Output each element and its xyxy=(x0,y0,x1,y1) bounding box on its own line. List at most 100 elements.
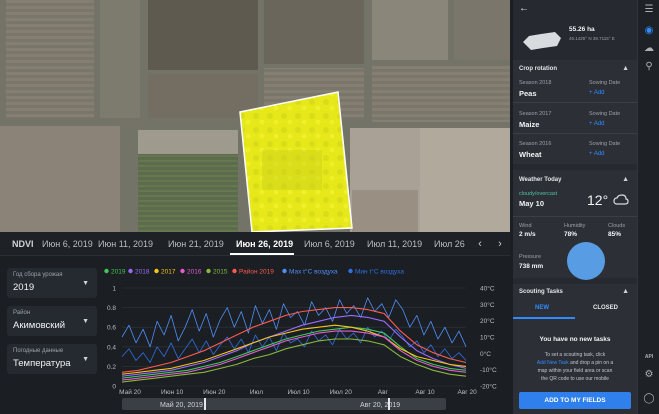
y2-tick-label: 0°C xyxy=(480,350,491,358)
active-date-indicator xyxy=(230,253,294,255)
legend-swatch-6[interactable] xyxy=(282,268,287,274)
api-icon[interactable]: API xyxy=(642,350,656,364)
y-tick-label: 0.6 xyxy=(107,325,116,332)
x-tick-label: Авг xyxy=(378,389,389,396)
y2-tick-label: 20°C xyxy=(480,317,495,325)
timeline-start: Май 20, 2019 xyxy=(160,401,203,409)
x-tick-label: Авг 20 xyxy=(458,389,478,396)
ndvi-chart[interactable]: 2019 2018 2017 2016 2015 Район 2019 Мах t°C во… xyxy=(100,256,510,414)
menu-icon[interactable]: ☰ xyxy=(642,3,656,17)
legend-swatch-2[interactable] xyxy=(154,268,159,274)
caret-down-icon: ▼ xyxy=(82,280,89,287)
add-sowing-date-link[interactable]: + Add xyxy=(589,151,605,157)
legend-swatch-5[interactable] xyxy=(232,268,237,274)
account-icon[interactable]: ◯ xyxy=(642,392,656,406)
legend-entry-6[interactable]: Мах t°C воздуха xyxy=(289,268,338,276)
timeline-end: Авг 20, 2019 xyxy=(360,402,400,409)
date-tab-2[interactable]: Июн 21, 2019 xyxy=(168,239,224,249)
next-date-icon[interactable]: › xyxy=(493,236,507,252)
year-select-label: Год сбора урожая xyxy=(13,272,63,278)
cloud-icon xyxy=(613,194,629,205)
legend-swatch-4[interactable] xyxy=(206,268,211,274)
x-tick-label: Авг 10 xyxy=(415,389,435,396)
scouting-desc-1: To set a scouting task, click xyxy=(544,352,606,358)
date-tab-3[interactable]: Июн 26, 2019 xyxy=(236,239,293,249)
date-tab-4[interactable]: Июл 6, 2019 xyxy=(304,239,355,249)
legend-swatch-0[interactable] xyxy=(104,268,109,274)
collapse-icon[interactable]: ▲ xyxy=(622,288,629,295)
satellite-map[interactable] xyxy=(0,0,510,232)
wind-label: Wind xyxy=(519,223,532,229)
back-arrow-icon[interactable]: ← xyxy=(519,3,529,14)
tab-new-indicator xyxy=(513,317,575,319)
x-tick-label: Июл 20 xyxy=(330,389,353,396)
add-new-task-link[interactable]: Add New Task xyxy=(537,360,569,366)
scouting-desc-4: the QR code to use our mobile xyxy=(541,376,609,382)
date-tab-6[interactable]: Июл 26 xyxy=(434,239,465,249)
y-tick-label: 0 xyxy=(112,384,116,391)
clouds-label: Clouds xyxy=(608,223,626,229)
add-sowing-date-link[interactable]: + Add xyxy=(589,121,605,127)
weather-date: May 10 xyxy=(519,199,545,208)
year-select[interactable]: Год сбора урожая 2019 ▼ xyxy=(7,268,97,298)
season-label: Season 2016 xyxy=(519,141,552,147)
caret-down-icon: ▼ xyxy=(82,356,89,363)
chart-controls: Год сбора урожая 2019 ▼ Район Акимовский… xyxy=(0,256,100,414)
app-root: NDVI Июн 6, 2019 Июн 11, 2019 Июн 21, 20… xyxy=(0,0,659,414)
y2-tick-label: -20°C xyxy=(480,383,497,391)
touch-indicator xyxy=(567,242,605,280)
y-tick-label: 0.4 xyxy=(107,344,116,351)
field-location-icon[interactable]: ◉ xyxy=(642,24,656,38)
divider xyxy=(513,133,637,134)
legend-entry-0[interactable]: 2019 xyxy=(111,269,126,276)
y2-tick-label: 10°C xyxy=(480,334,495,342)
series-line-5 xyxy=(121,307,467,373)
y-tick-label: 0.2 xyxy=(107,364,116,371)
season-label: Season 2017 xyxy=(519,111,552,117)
date-tab-0[interactable]: Июн 6, 2019 xyxy=(42,239,93,249)
timeline-handle-right[interactable] xyxy=(388,398,390,410)
collapse-icon[interactable]: ▲ xyxy=(622,65,629,72)
map-pin-icon[interactable]: ⚲ xyxy=(642,60,656,74)
prev-date-icon[interactable]: ‹ xyxy=(473,236,487,252)
icon-rail: ☰ ◉ ☁ ⚲ API ⚙ ◯ xyxy=(637,0,659,414)
legend-swatch-3[interactable] xyxy=(180,268,185,274)
timeline-handle-left[interactable] xyxy=(204,398,206,410)
field-info-panel: ← 55.26 ha 45.1425° N 39.7115° E Crop ro… xyxy=(513,0,637,414)
legend-swatch-1[interactable] xyxy=(128,268,133,274)
legend-entry-2[interactable]: 2017 xyxy=(161,269,176,276)
collapse-icon[interactable]: ▲ xyxy=(622,176,629,183)
field-coords: 45.1425° N 39.7115° E xyxy=(569,36,615,41)
legend-entry-7[interactable]: Мин t°C воздуха xyxy=(355,268,404,276)
cloud-layer-icon[interactable]: ☁ xyxy=(642,42,656,56)
season-label: Season 2018 xyxy=(519,80,552,86)
ndvi-label: NDVI xyxy=(12,239,34,249)
y2-tick-label: 30°C xyxy=(480,301,495,309)
year-select-value: 2019 xyxy=(13,282,35,293)
add-sowing-date-link[interactable]: + Add xyxy=(589,90,605,96)
sowing-date-label: Sowing Date xyxy=(589,141,621,147)
legend-entry-3[interactable]: 2016 xyxy=(187,269,202,276)
y2-tick-label: 40°C xyxy=(480,285,495,293)
field-shape-icon xyxy=(523,32,561,50)
district-select[interactable]: Район Акимовский ▼ xyxy=(7,306,97,336)
caret-down-icon: ▼ xyxy=(82,318,89,325)
settings-icon[interactable]: ⚙ xyxy=(642,368,656,382)
tab-new[interactable]: NEW xyxy=(535,305,549,311)
y2-tick-label: -10°C xyxy=(480,366,497,374)
legend-swatch-7[interactable] xyxy=(348,268,353,274)
weather-data-select[interactable]: Погодные данные Температура ▼ xyxy=(7,344,97,374)
legend-entry-4[interactable]: 2015 xyxy=(213,269,228,276)
scouting-desc-2-rest: and drop a pin on a xyxy=(568,360,614,366)
district-select-label: Район xyxy=(13,310,31,316)
date-tab-1[interactable]: Июн 11, 2019 xyxy=(98,239,153,249)
y-tick-label: 1 xyxy=(112,286,116,293)
legend-entry-1[interactable]: 2018 xyxy=(135,269,150,276)
date-tab-5[interactable]: Июл 11, 2019 xyxy=(367,239,422,249)
series-line-2 xyxy=(121,324,467,375)
pressure-value: 738 mm xyxy=(519,263,544,270)
legend-entry-5[interactable]: Район 2019 xyxy=(239,268,274,276)
y-tick-label: 0.8 xyxy=(107,305,116,312)
tab-closed[interactable]: CLOSED xyxy=(593,305,618,311)
add-to-my-fields-button[interactable]: ADD TO MY FIELDS xyxy=(519,392,631,409)
